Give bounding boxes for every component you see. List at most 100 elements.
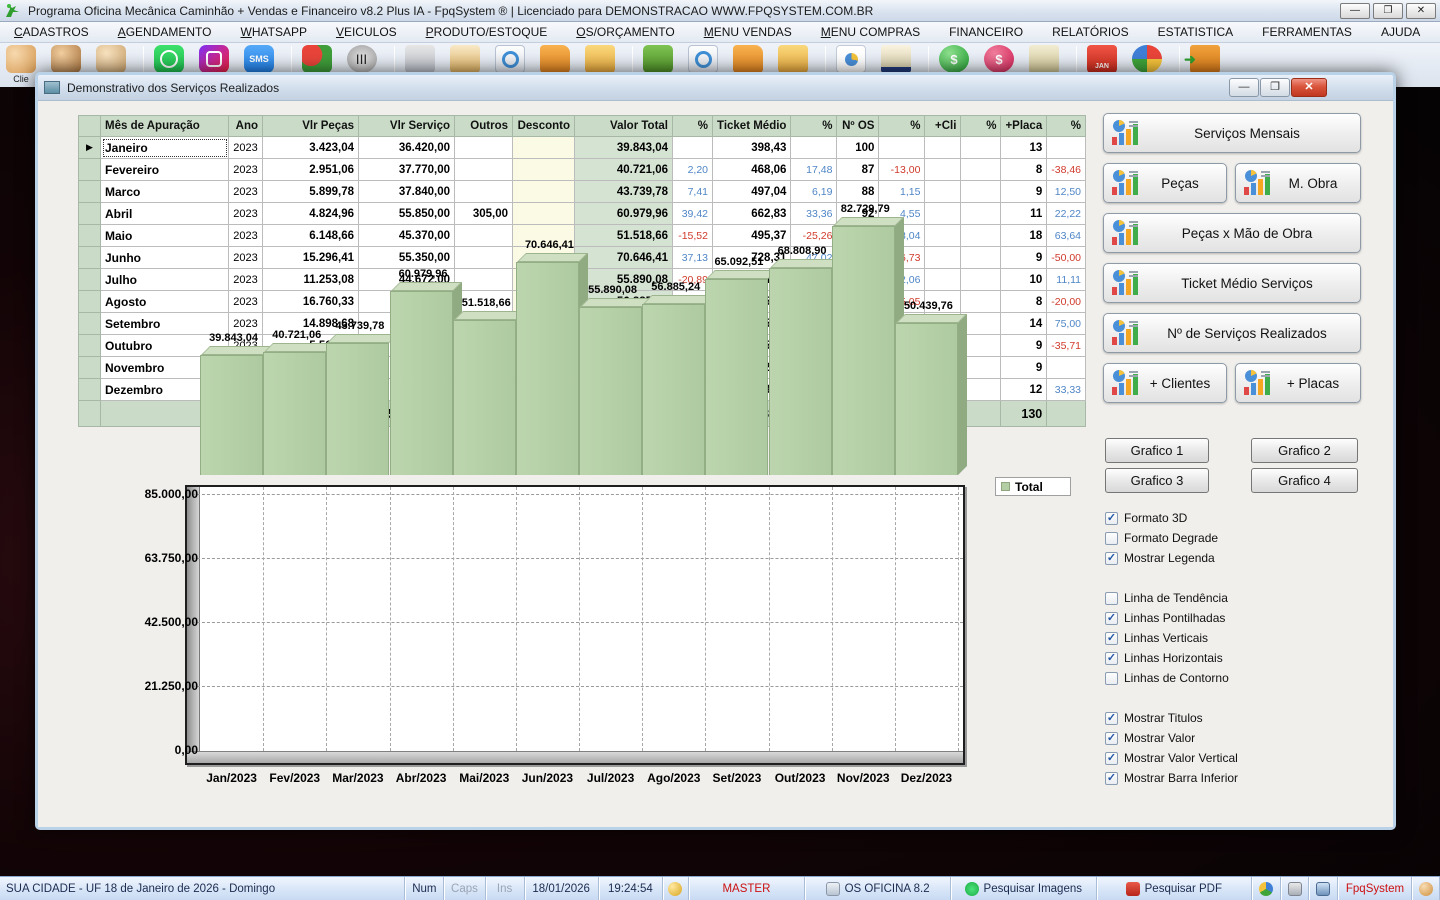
toolbar-icon-search[interactable] [495,45,525,73]
checkbox-linhas-pontilhadas[interactable]: ✓Linhas Pontilhadas [1105,610,1225,626]
menu-item-os-or-amento[interactable]: OS/ORÇAMENTO [576,25,674,39]
table-row-maio[interactable]: Maio20236.148,6645.370,0051.518,66-15,52… [79,225,1086,247]
toolbar-icon-whatsapp[interactable] [154,45,184,73]
table-row-marco[interactable]: Marco20235.899,7837.840,0043.739,787,414… [79,181,1086,203]
checkbox-box[interactable]: ✓ [1105,732,1118,745]
row-selector[interactable] [79,335,101,357]
menu-item-ajuda[interactable]: AJUDA [1381,25,1420,39]
checkbox-box[interactable]: ✓ [1105,712,1118,725]
menu-item-ferramentas[interactable]: FERRAMENTAS [1262,25,1352,39]
table-row-fevereiro[interactable]: Fevereiro20232.951,0637.770,0040.721,062… [79,159,1086,181]
checkbox-mostrar-barra-inferior[interactable]: ✓Mostrar Barra Inferior [1105,770,1238,786]
menu-item-estatistica[interactable]: ESTATISTICA [1158,25,1234,39]
toolbar-icon-folder-edit[interactable] [778,45,808,73]
menu-item-menu-compras[interactable]: MENU COMPRAS [821,25,920,39]
checkbox-linhas-de-contorno[interactable]: Linhas de Contorno [1105,670,1229,686]
toolbar-icon-coin-red[interactable]: $ [984,45,1014,73]
dialog-minimize-button[interactable]: — [1229,78,1259,97]
dialog-restore-button[interactable]: ❐ [1260,78,1290,97]
checkbox-formato-degrade[interactable]: Formato Degrade [1105,530,1218,546]
status-search-pdf[interactable]: Pesquisar PDF [1097,877,1252,900]
toolbar-icon-calendar[interactable]: JAN [1087,45,1117,73]
toolbar-icon-folder-edit[interactable] [585,45,615,73]
row-selector[interactable]: ▶ [79,137,101,159]
status-printer[interactable] [1281,877,1309,900]
panel-button-pe-as[interactable]: Peças [1103,163,1227,203]
table-row-abril[interactable]: Abril20234.824,9655.850,00305,0060.979,9… [79,203,1086,225]
row-selector[interactable] [79,379,101,401]
menu-item-veiculos[interactable]: VEICULOS [336,25,397,39]
checkbox-mostrar-valor[interactable]: ✓Mostrar Valor [1105,730,1195,746]
checkbox-box[interactable]: ✓ [1105,772,1118,785]
panel-button-m-obra[interactable]: M. Obra [1235,163,1361,203]
toolbar-icon-order[interactable] [450,45,480,73]
checkbox-box[interactable] [1105,672,1118,685]
panel-button-n-de-servi-os-realizados[interactable]: Nº de Serviços Realizados [1103,313,1361,353]
status-browser[interactable] [1252,877,1281,900]
dialog-titlebar[interactable]: Demonstrativo dos Serviços Realizados — … [38,75,1393,101]
toolbar-icon-client[interactable] [51,45,81,73]
toolbar-icon-chart[interactable] [836,45,866,73]
toolbar-icon-folder[interactable] [540,45,570,73]
status-profile[interactable] [1412,877,1440,900]
checkbox-formato-3d[interactable]: ✓Formato 3D [1105,510,1187,526]
toolbar-icon-printer[interactable] [405,45,435,73]
panel-button--placas[interactable]: + Placas [1235,363,1361,403]
panel-button--clientes[interactable]: + Clientes [1103,363,1227,403]
toolbar-icon-exit[interactable] [1190,45,1220,73]
menu-item-whatsapp[interactable]: WHATSAPP [241,25,307,39]
toolbar-icon-search[interactable] [688,45,718,73]
button-grafico-2[interactable]: Grafico 2 [1251,438,1358,463]
toolbar-icon-clients[interactable] [6,45,36,73]
row-selector[interactable] [79,159,101,181]
menu-item-relat-rios[interactable]: RELATÓRIOS [1052,25,1128,39]
button-grafico-1[interactable]: Grafico 1 [1105,438,1209,463]
minimize-button[interactable]: — [1340,3,1370,19]
toolbar-icon-browser[interactable] [1132,45,1162,73]
checkbox-box[interactable] [1105,592,1118,605]
row-selector[interactable] [79,225,101,247]
row-selector[interactable] [79,247,101,269]
panel-button-servi-os-mensais[interactable]: Serviços Mensais [1103,113,1361,153]
checkbox-box[interactable] [1105,532,1118,545]
dialog-close-button[interactable]: ✕ [1291,78,1327,97]
row-selector[interactable] [79,269,101,291]
checkbox-box[interactable]: ✓ [1105,552,1118,565]
close-button[interactable]: ✕ [1406,3,1436,19]
checkbox-mostrar-valor-vertical[interactable]: ✓Mostrar Valor Vertical [1105,750,1238,766]
row-selector[interactable] [79,181,101,203]
menu-item-cadastros[interactable]: CADASTROS [14,25,89,39]
menu-item-agendamento[interactable]: AGENDAMENTO [118,25,212,39]
panel-button-pe-as-x-m-o-de-obra[interactable]: Peças x Mão de Obra [1103,213,1361,253]
status-key[interactable] [663,877,689,900]
maximize-button[interactable]: ❐ [1373,3,1403,19]
checkbox-box[interactable]: ✓ [1105,652,1118,665]
checkbox-mostrar-titulos[interactable]: ✓Mostrar Titulos [1105,710,1203,726]
toolbar-icon-barcode[interactable]: ||| [347,45,377,73]
checkbox-linhas-verticais[interactable]: ✓Linhas Verticais [1105,630,1208,646]
toolbar-icon-person[interactable] [96,45,126,73]
row-selector[interactable] [79,291,101,313]
toolbar-icon-coin-green[interactable]: $ [939,45,969,73]
status-search-images[interactable]: Pesquisar Imagens [951,877,1097,900]
toolbar-icon-parts[interactable] [302,45,332,73]
table-row-janeiro[interactable]: ▶Janeiro20233.423,0436.420,0039.843,0439… [79,137,1086,159]
row-selector[interactable] [79,357,101,379]
checkbox-box[interactable]: ✓ [1105,612,1118,625]
checkbox-linhas-horizontais[interactable]: ✓Linhas Horizontais [1105,650,1223,666]
checkbox-linha-de-tend-ncia[interactable]: Linha de Tendência [1105,590,1228,606]
menu-item-produto-estoque[interactable]: PRODUTO/ESTOQUE [426,25,548,39]
button-grafico-4[interactable]: Grafico 4 [1251,468,1358,493]
checkbox-mostrar-legenda[interactable]: ✓Mostrar Legenda [1105,550,1215,566]
toolbar-icon-checkbook[interactable] [881,45,911,73]
checkbox-box[interactable]: ✓ [1105,512,1118,525]
checkbox-box[interactable]: ✓ [1105,632,1118,645]
status-monitor[interactable] [1309,877,1338,900]
menu-item-menu-vendas[interactable]: MENU VENDAS [704,25,792,39]
row-selector[interactable] [79,313,101,335]
toolbar-icon-folder[interactable] [733,45,763,73]
panel-button-ticket-m-dio-servi-os[interactable]: Ticket Médio Serviços [1103,263,1361,303]
button-grafico-3[interactable]: Grafico 3 [1105,468,1209,493]
toolbar-icon-sms[interactable]: SMS [244,45,274,73]
menu-item-financeiro[interactable]: FINANCEIRO [949,25,1023,39]
